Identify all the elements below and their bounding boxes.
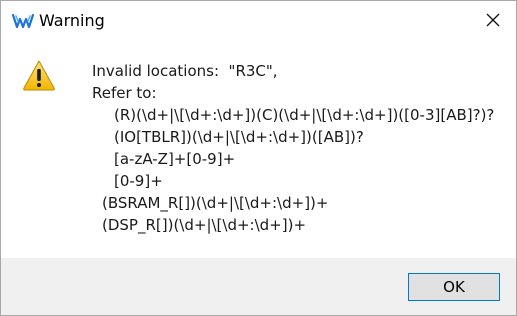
message-line: [a-zA-Z]+[0-9]+: [114, 150, 236, 168]
title-bar: Warning: [1, 1, 516, 41]
message-line: Invalid locations: "R3C",: [92, 62, 278, 80]
warning-message: Invalid locations: "R3C", Refer to: (R)(\d…: [92, 60, 494, 236]
message-line: (DSP_R[])(\d+|\[\d+:\d+])+: [102, 216, 307, 234]
message-line: (R)(\d+|\[\d+:\d+])(C)(\d+|\[\d+:\d+])([…: [114, 106, 495, 124]
close-icon: [486, 12, 500, 31]
dialog-content: Invalid locations: "R3C", Refer to: (R)(\d…: [1, 41, 516, 258]
close-button[interactable]: [470, 1, 516, 41]
message-line: (BSRAM_R[])(\d+|\[\d+:\d+])+: [102, 194, 329, 212]
gowin-logo-icon: [11, 12, 35, 32]
ok-button[interactable]: OK: [408, 273, 500, 301]
warning-triangle-icon: [22, 59, 56, 91]
dialog-title: Warning: [39, 11, 105, 30]
message-line: Refer to:: [92, 84, 157, 102]
button-bar: OK: [1, 258, 516, 315]
message-line: (IO[TBLR])(\d+|\[\d+:\d+])([AB])?: [114, 128, 364, 146]
message-line: [0-9]+: [114, 172, 163, 190]
warning-dialog: Warning Invalid locations: "R3C", Refer …: [0, 0, 517, 316]
